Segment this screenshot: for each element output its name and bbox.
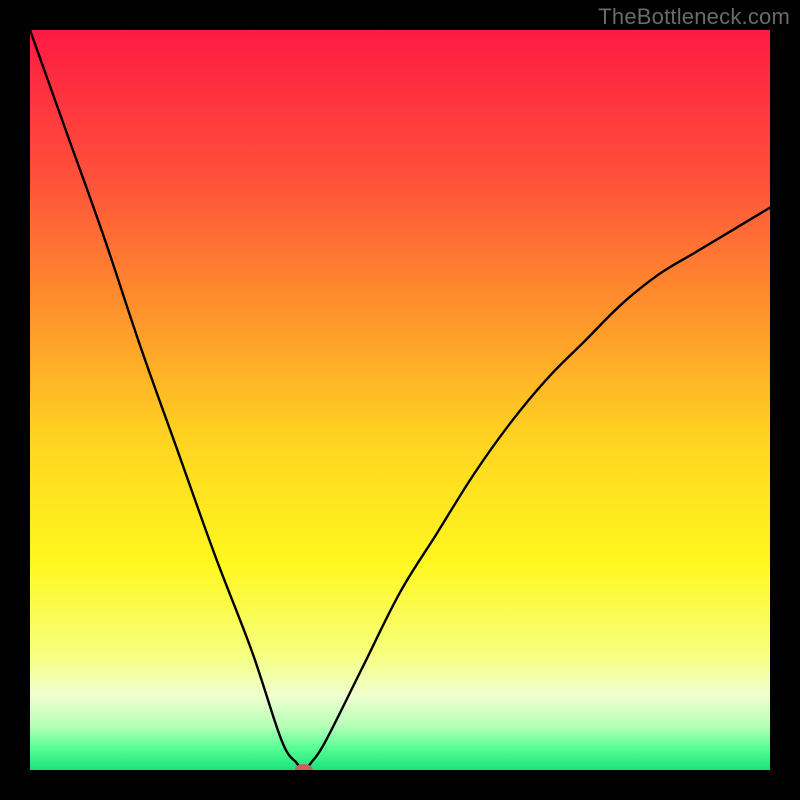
bottleneck-chart [30, 30, 770, 770]
watermark-text: TheBottleneck.com [598, 4, 790, 30]
plot-area [30, 30, 770, 770]
gradient-background [30, 30, 770, 770]
chart-frame: TheBottleneck.com [0, 0, 800, 800]
